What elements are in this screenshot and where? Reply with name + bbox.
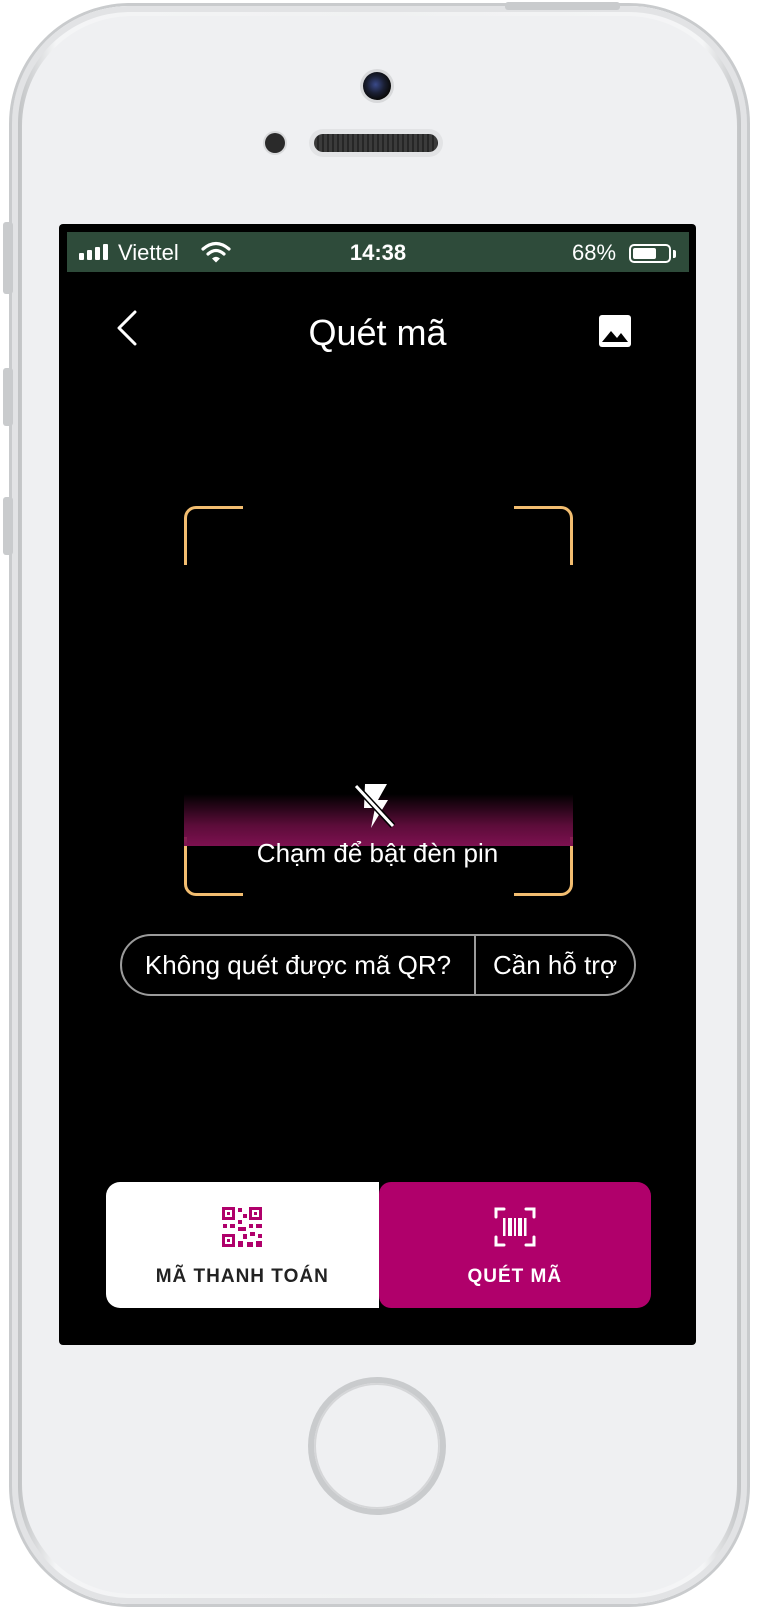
qr-code-icon bbox=[222, 1207, 263, 1247]
home-button[interactable] bbox=[314, 1383, 440, 1509]
battery-cap bbox=[673, 250, 676, 258]
flashlight-label[interactable]: Chạm để bật đèn pin bbox=[59, 838, 696, 869]
gallery-button[interactable] bbox=[596, 312, 634, 350]
mute-switch bbox=[3, 222, 13, 294]
help-question: Không quét được mã QR? bbox=[144, 949, 452, 980]
scan-frame-corner-top-left bbox=[184, 506, 243, 565]
volume-down-button bbox=[3, 497, 13, 555]
tab-scan-code[interactable]: QUÉT MÃ bbox=[378, 1182, 651, 1308]
bottom-tab-bar: MÃ THANH TOÁN QUÉT MÃ bbox=[106, 1182, 651, 1308]
help-pill: Không quét được mã QR? Cần hỗ trợ bbox=[120, 934, 636, 996]
tab-scan-code-label: QUÉT MÃ bbox=[467, 1266, 563, 1287]
barcode-scan-icon bbox=[494, 1207, 536, 1247]
front-camera bbox=[363, 72, 391, 100]
support-link[interactable]: Cần hỗ trợ bbox=[476, 950, 634, 981]
scan-frame-corner-top-right bbox=[514, 506, 573, 565]
status-bar: Viettel 14:38 68% bbox=[67, 232, 689, 272]
tab-payment-code[interactable]: MÃ THANH TOÁN bbox=[106, 1182, 379, 1308]
earpiece-speaker bbox=[314, 134, 438, 152]
flash-off-icon[interactable] bbox=[351, 780, 397, 832]
power-button bbox=[505, 2, 620, 10]
battery-percent: 68% bbox=[572, 240, 617, 265]
proximity-sensor bbox=[265, 133, 285, 153]
screen: Viettel 14:38 68% Quét mã Chạm để bật đè… bbox=[59, 224, 696, 1345]
volume-up-button bbox=[3, 368, 13, 426]
battery-icon bbox=[629, 244, 671, 263]
tab-payment-code-label: MÃ THANH TOÁN bbox=[155, 1266, 329, 1287]
